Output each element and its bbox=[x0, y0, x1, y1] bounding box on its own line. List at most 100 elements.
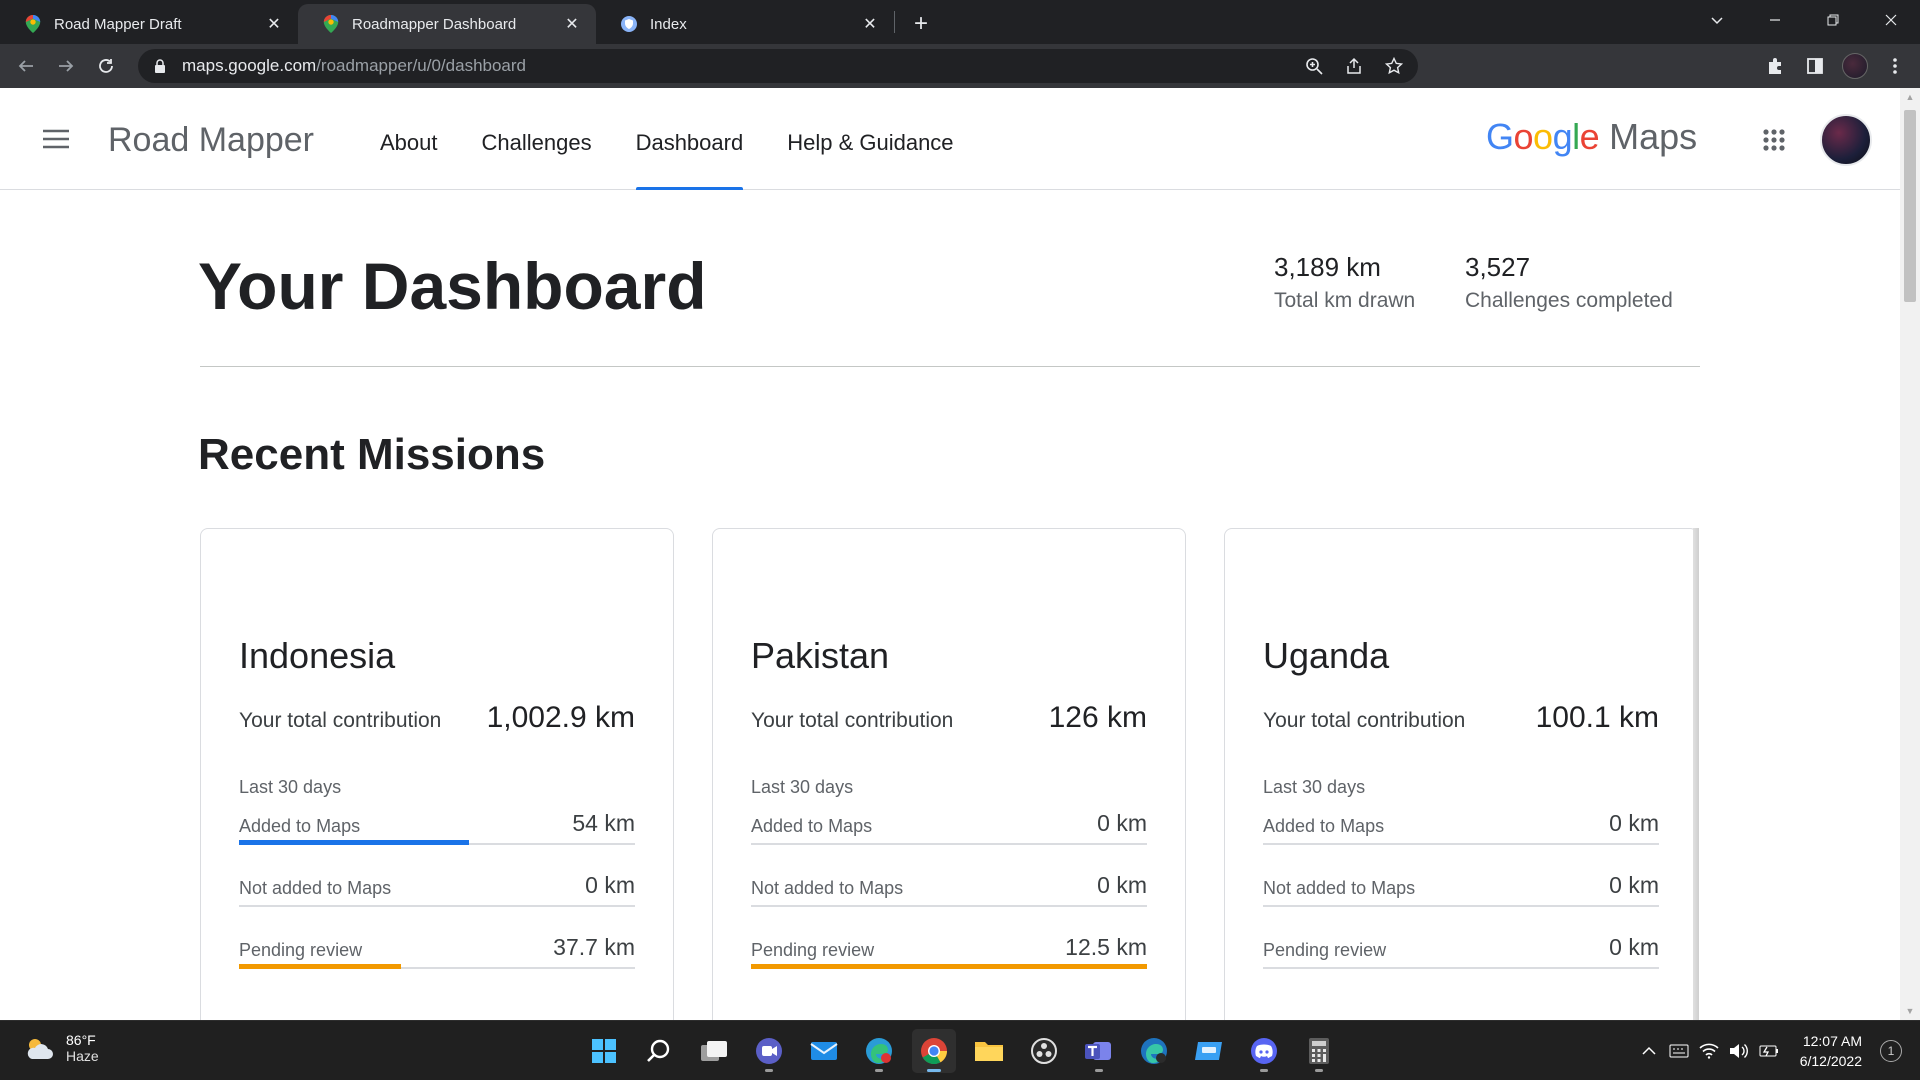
close-icon[interactable]: ✕ bbox=[860, 14, 880, 34]
start-icon[interactable] bbox=[582, 1029, 626, 1073]
windows-taskbar: 86°F Haze 12:07 AM 6/12/2022 1 bbox=[0, 1020, 1920, 1080]
meet-icon[interactable] bbox=[747, 1029, 791, 1073]
back-arrow-icon[interactable] bbox=[6, 46, 46, 86]
clock-time: 12:07 AM bbox=[1802, 1033, 1862, 1049]
row-pending-review: Pending review 12.5 km bbox=[751, 929, 1147, 969]
tab-road-mapper-draft[interactable]: Road Mapper Draft ✕ bbox=[0, 4, 298, 44]
tab-index[interactable]: Index ✕ bbox=[596, 4, 894, 44]
search-icon[interactable] bbox=[637, 1029, 681, 1073]
teams-icon[interactable] bbox=[1077, 1029, 1121, 1073]
side-panel-icon[interactable] bbox=[1798, 46, 1832, 86]
stat-label: Challenges completed bbox=[1465, 289, 1673, 312]
app-header: Road Mapper About Challenges Dashboard H… bbox=[0, 88, 1900, 190]
discord-icon[interactable] bbox=[1242, 1029, 1286, 1073]
mission-country: Pakistan bbox=[751, 635, 890, 676]
chrome-icon[interactable] bbox=[912, 1029, 956, 1073]
hamburger-menu-icon[interactable] bbox=[36, 119, 76, 159]
more-vert-icon[interactable] bbox=[1878, 46, 1912, 86]
tab-title: Roadmapper Dashboard bbox=[352, 15, 517, 33]
tab-separator bbox=[894, 11, 895, 33]
tab-search-chevron-icon[interactable] bbox=[1688, 0, 1746, 40]
scroll-up-arrow-icon[interactable]: ▲ bbox=[1900, 88, 1920, 106]
top-navigation: About Challenges Dashboard Help & Guidan… bbox=[358, 88, 976, 190]
nav-challenges[interactable]: Challenges bbox=[460, 88, 614, 190]
row-label: Added to Maps bbox=[751, 816, 873, 836]
row-label: Pending review bbox=[239, 940, 363, 960]
progress-bar bbox=[239, 964, 402, 969]
app-brand-title[interactable]: Road Mapper bbox=[108, 121, 314, 160]
row-not-added-to-maps: Not added to Maps 0 km bbox=[1263, 867, 1659, 907]
row-label: Not added to Maps bbox=[239, 878, 392, 898]
mission-card-indonesia[interactable]: Indonesia Your total contribution 1,002.… bbox=[200, 528, 674, 1020]
contribution-label: Your total contribution bbox=[751, 709, 954, 732]
mission-card-uganda[interactable]: Uganda Your total contribution 100.1 km … bbox=[1224, 528, 1698, 1020]
scroll-down-arrow-icon[interactable]: ▼ bbox=[1900, 1002, 1920, 1020]
notification-badge[interactable]: 1 bbox=[1880, 1040, 1902, 1062]
weather-widget[interactable]: 86°F Haze bbox=[22, 1031, 99, 1065]
tab-title: Index bbox=[650, 15, 687, 33]
row-value: 0 km bbox=[1097, 872, 1147, 898]
battery-icon[interactable] bbox=[1754, 1036, 1784, 1066]
header-divider bbox=[200, 366, 1700, 367]
stat-challenges-completed: 3,527 Challenges completed bbox=[1465, 252, 1673, 313]
contribution-label: Your total contribution bbox=[1263, 709, 1466, 732]
scrollbar-thumb[interactable] bbox=[1904, 110, 1916, 302]
chevron-up-icon[interactable] bbox=[1634, 1036, 1664, 1066]
file-explorer-icon[interactable] bbox=[967, 1029, 1011, 1073]
outlook-icon[interactable] bbox=[1187, 1029, 1231, 1073]
wifi-icon[interactable] bbox=[1694, 1036, 1724, 1066]
zoom-icon[interactable] bbox=[1298, 49, 1330, 83]
nav-dashboard[interactable]: Dashboard bbox=[614, 88, 766, 190]
close-icon[interactable]: ✕ bbox=[562, 14, 582, 34]
reload-icon[interactable] bbox=[86, 46, 126, 86]
mail-icon[interactable] bbox=[802, 1029, 846, 1073]
page-viewport: Road Mapper About Challenges Dashboard H… bbox=[0, 88, 1900, 1020]
share-icon[interactable] bbox=[1338, 49, 1370, 83]
keyboard-icon[interactable] bbox=[1664, 1036, 1694, 1066]
row-pending-review: Pending review 37.7 km bbox=[239, 929, 635, 969]
google-apps-grid-icon[interactable] bbox=[1752, 118, 1796, 162]
tab-roadmapper-dashboard[interactable]: Roadmapper Dashboard ✕ bbox=[298, 4, 596, 44]
page-scrollbar[interactable]: ▲ ▼ bbox=[1900, 88, 1920, 1020]
weather-condition: Haze bbox=[66, 1048, 99, 1064]
lock-icon[interactable] bbox=[152, 58, 168, 74]
weather-temperature: 86°F bbox=[66, 1032, 96, 1048]
mission-country: Uganda bbox=[1263, 635, 1390, 676]
close-icon[interactable]: ✕ bbox=[264, 14, 284, 34]
bookmark-star-icon[interactable] bbox=[1378, 49, 1410, 83]
google-maps-logo[interactable]: Google Maps bbox=[1486, 116, 1697, 158]
new-tab-plus-icon[interactable]: + bbox=[901, 4, 941, 44]
url-path: /roadmapper/u/0/dashboard bbox=[316, 56, 526, 75]
extensions-puzzle-icon[interactable] bbox=[1758, 46, 1792, 86]
edge-beta-icon[interactable] bbox=[857, 1029, 901, 1073]
nav-help-guidance[interactable]: Help & Guidance bbox=[765, 88, 975, 190]
mission-card-pakistan[interactable]: Pakistan Your total contribution 126 km … bbox=[712, 528, 1186, 1020]
stat-value: 3,527 bbox=[1465, 252, 1531, 282]
forward-arrow-icon[interactable] bbox=[46, 46, 86, 86]
close-window-icon[interactable] bbox=[1862, 0, 1920, 40]
row-pending-review: Pending review 0 km bbox=[1263, 929, 1659, 969]
row-label: Pending review bbox=[751, 940, 875, 960]
row-label: Added to Maps bbox=[1263, 816, 1385, 836]
obs-icon[interactable] bbox=[1022, 1029, 1066, 1073]
row-value: 54 km bbox=[572, 810, 635, 836]
nav-about[interactable]: About bbox=[358, 88, 460, 190]
row-added-to-maps: Added to Maps 54 km bbox=[239, 805, 635, 845]
volume-icon[interactable] bbox=[1724, 1036, 1754, 1066]
maps-pin-icon bbox=[322, 15, 340, 33]
profile-avatar-icon[interactable] bbox=[1838, 46, 1872, 86]
url-host: maps.google.com bbox=[182, 56, 317, 75]
address-bar[interactable]: maps.google.com/roadmapper/u/0/dashboard bbox=[138, 49, 1418, 83]
calculator-icon[interactable] bbox=[1297, 1029, 1341, 1073]
account-avatar[interactable] bbox=[1820, 114, 1872, 166]
browser-toolbar: maps.google.com/roadmapper/u/0/dashboard bbox=[0, 44, 1920, 88]
task-view-icon[interactable] bbox=[692, 1029, 736, 1073]
system-clock[interactable]: 12:07 AM 6/12/2022 bbox=[1800, 1031, 1862, 1071]
stat-value: 3,189 km bbox=[1274, 252, 1381, 282]
minimize-icon[interactable] bbox=[1746, 0, 1804, 40]
card-edge-shadow bbox=[1693, 528, 1699, 1020]
maps-pin-icon bbox=[24, 15, 42, 33]
row-value: 0 km bbox=[1609, 872, 1659, 898]
restore-icon[interactable] bbox=[1804, 0, 1862, 40]
edge-dev-icon[interactable] bbox=[1132, 1029, 1176, 1073]
